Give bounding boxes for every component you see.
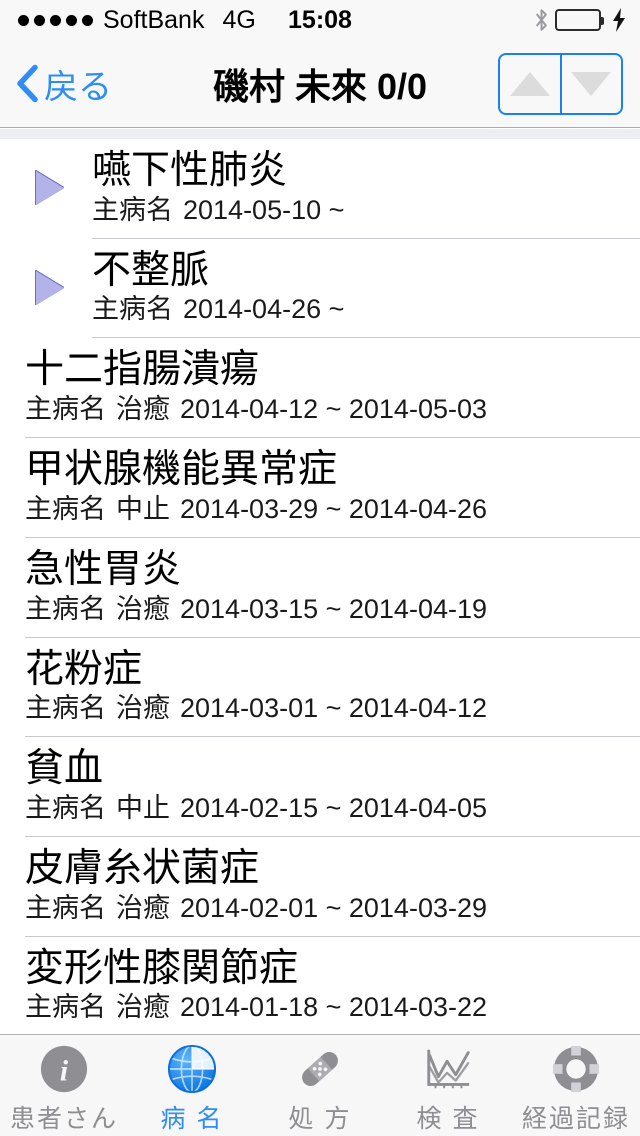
disease-name: 急性胃炎	[25, 547, 182, 591]
disease-category: 主病名	[25, 394, 106, 425]
lightning-bolt-icon	[613, 8, 625, 32]
disease-meta: 主病名 2014-04-26 ~	[92, 294, 628, 325]
tab-label: 患者さん	[9, 1104, 118, 1133]
life-ring-icon	[551, 1043, 601, 1095]
disease-row[interactable]: 甲状腺機能異常症 主病名 中止 2014-03-29 ~ 2014-04-26	[0, 438, 640, 537]
disease-name: 貧血	[25, 747, 104, 791]
disease-name: 甲状腺機能異常症	[25, 448, 338, 492]
disease-category: 主病名	[25, 892, 106, 923]
disease-row[interactable]: 貧血 主病名 中止 2014-02-15 ~ 2014-04-05	[0, 737, 640, 837]
disease-name: 皮膚糸状菌症	[25, 847, 260, 891]
disease-meta: 主病名 治癒 2014-01-18 ~ 2014-03-22	[25, 992, 628, 1023]
triangle-down-icon	[571, 71, 612, 96]
navigation-bar: 戻る 磯村 未來 0/0	[0, 40, 640, 128]
prev-next-stepper[interactable]	[498, 52, 623, 115]
tab-label: 検 査	[416, 1104, 480, 1133]
disease-category: 主病名	[25, 992, 106, 1023]
disease-row-content: 不整脈 主病名 2014-04-26 ~	[0, 239, 640, 338]
globe-icon	[167, 1043, 217, 1095]
disease-row[interactable]: 急性胃炎 主病名 治癒 2014-03-15 ~ 2014-04-19	[0, 537, 640, 637]
triangle-up-icon	[509, 71, 550, 96]
disease-name: 十二指腸潰瘍	[25, 348, 260, 392]
disease-status: 治癒	[116, 992, 170, 1023]
disease-period: 2014-04-12 ~ 2014-05-03	[180, 394, 487, 425]
disease-meta: 主病名 治癒 2014-04-12 ~ 2014-05-03	[25, 394, 628, 425]
disease-period: 2014-02-01 ~ 2014-03-29	[180, 892, 487, 923]
disease-row[interactable]: 皮膚糸状菌症 主病名 治癒 2014-02-01 ~ 2014-03-29	[0, 837, 640, 936]
disease-row-content: 変形性膝関節症 主病名 治癒 2014-01-18 ~ 2014-03-22	[0, 937, 640, 1034]
disease-name: 花粉症	[25, 647, 143, 691]
disease-row-content: 嚥下性肺炎 主病名 2014-05-10 ~	[0, 139, 640, 238]
tab-patient[interactable]: i 患者さん	[0, 1035, 128, 1136]
tab-progress[interactable]: 経過記録	[512, 1035, 640, 1136]
disease-period: 2014-03-15 ~ 2014-04-19	[180, 593, 487, 624]
tab-exam[interactable]: 検 査	[384, 1035, 512, 1136]
disease-meta: 主病名 治癒 2014-03-15 ~ 2014-04-19	[25, 594, 628, 625]
disease-status: 治癒	[116, 394, 170, 425]
disease-category: 主病名	[25, 792, 106, 823]
disease-status: 中止	[116, 493, 170, 524]
disease-row-content: 甲状腺機能異常症 主病名 中止 2014-03-29 ~ 2014-04-26	[0, 438, 640, 537]
disease-category: 主病名	[25, 493, 106, 524]
tab-bar[interactable]: i 患者さん 病 名 処 方 検 査 経過記録	[0, 1034, 640, 1136]
stepper-up-button[interactable]	[500, 55, 560, 113]
battery-icon	[555, 9, 604, 31]
status-bar-right	[535, 8, 626, 32]
disease-row-content: 皮膚糸状菌症 主病名 治癒 2014-02-01 ~ 2014-03-29	[0, 837, 640, 936]
disease-category: 主病名	[92, 194, 173, 225]
disease-period: 2014-03-01 ~ 2014-04-12	[180, 693, 487, 724]
tab-disease[interactable]: 病 名	[128, 1035, 256, 1136]
app-screen: SoftBank 4G 15:08 戻る 磯村 未來 0/0 嚥下性肺炎 主病名…	[0, 0, 640, 1136]
disease-category: 主病名	[25, 693, 106, 724]
disease-period: 2014-03-29 ~ 2014-04-26	[180, 493, 487, 524]
disease-category: 主病名	[25, 593, 106, 624]
bluetooth-icon	[536, 9, 547, 31]
disease-meta: 主病名 2014-05-10 ~	[92, 195, 628, 226]
disease-row-content: 急性胃炎 主病名 治癒 2014-03-15 ~ 2014-04-19	[0, 538, 640, 637]
info-circle-icon: i	[39, 1043, 89, 1095]
line-chart-icon	[423, 1043, 473, 1095]
tab-label: 病 名	[160, 1104, 224, 1133]
list-top-tint-band	[0, 129, 640, 139]
disease-status: 治癒	[116, 593, 170, 624]
tab-prescription[interactable]: 処 方	[256, 1035, 384, 1136]
triangle-right-icon	[36, 171, 64, 206]
tab-label: 経過記録	[521, 1104, 630, 1133]
disease-list[interactable]: 嚥下性肺炎 主病名 2014-05-10 ~ 不整脈 主病名 2014-04-26 ~ 十二…	[0, 139, 640, 1034]
disease-name: 嚥下性肺炎	[92, 149, 288, 192]
tab-label: 処 方	[288, 1104, 352, 1133]
disease-meta: 主病名 治癒 2014-03-01 ~ 2014-04-12	[25, 693, 628, 724]
disease-period: 2014-01-18 ~ 2014-03-22	[180, 992, 487, 1023]
disease-meta: 主病名 中止 2014-03-29 ~ 2014-04-26	[25, 494, 628, 525]
disease-meta: 主病名 治癒 2014-02-01 ~ 2014-03-29	[25, 893, 628, 924]
disease-period: 2014-05-10 ~	[183, 194, 345, 225]
disease-row[interactable]: 花粉症 主病名 治癒 2014-03-01 ~ 2014-04-12	[0, 637, 640, 737]
bandage-icon	[295, 1043, 345, 1095]
status-bar: SoftBank 4G 15:08	[0, 0, 640, 40]
disease-meta: 主病名 中止 2014-02-15 ~ 2014-04-05	[25, 793, 628, 824]
disease-period: 2014-02-15 ~ 2014-04-05	[180, 792, 487, 823]
disease-row-content: 花粉症 主病名 治癒 2014-03-01 ~ 2014-04-12	[0, 638, 640, 737]
disease-name: 変形性膝関節症	[25, 946, 299, 990]
disease-row[interactable]: 十二指腸潰瘍 主病名 治癒 2014-04-12 ~ 2014-05-03	[0, 338, 640, 438]
stepper-down-button[interactable]	[559, 54, 622, 113]
disease-name: 不整脈	[92, 248, 210, 292]
disease-row-content: 十二指腸潰瘍 主病名 治癒 2014-04-12 ~ 2014-05-03	[0, 338, 640, 437]
disease-row[interactable]: 嚥下性肺炎 主病名 2014-05-10 ~	[0, 139, 640, 238]
svg-text:i: i	[60, 1054, 69, 1087]
disease-category: 主病名	[92, 294, 173, 325]
disease-row-content: 貧血 主病名 中止 2014-02-15 ~ 2014-04-05	[0, 737, 640, 836]
disease-status: 中止	[116, 792, 170, 823]
disease-status: 治癒	[116, 693, 170, 724]
disease-status: 治癒	[116, 892, 170, 923]
disease-row[interactable]: 変形性膝関節症 主病名 治癒 2014-01-18 ~ 2014-03-22	[0, 936, 640, 1034]
disease-row[interactable]: 不整脈 主病名 2014-04-26 ~	[0, 238, 640, 338]
disease-period: 2014-04-26 ~	[183, 294, 345, 325]
triangle-right-icon	[36, 271, 64, 306]
